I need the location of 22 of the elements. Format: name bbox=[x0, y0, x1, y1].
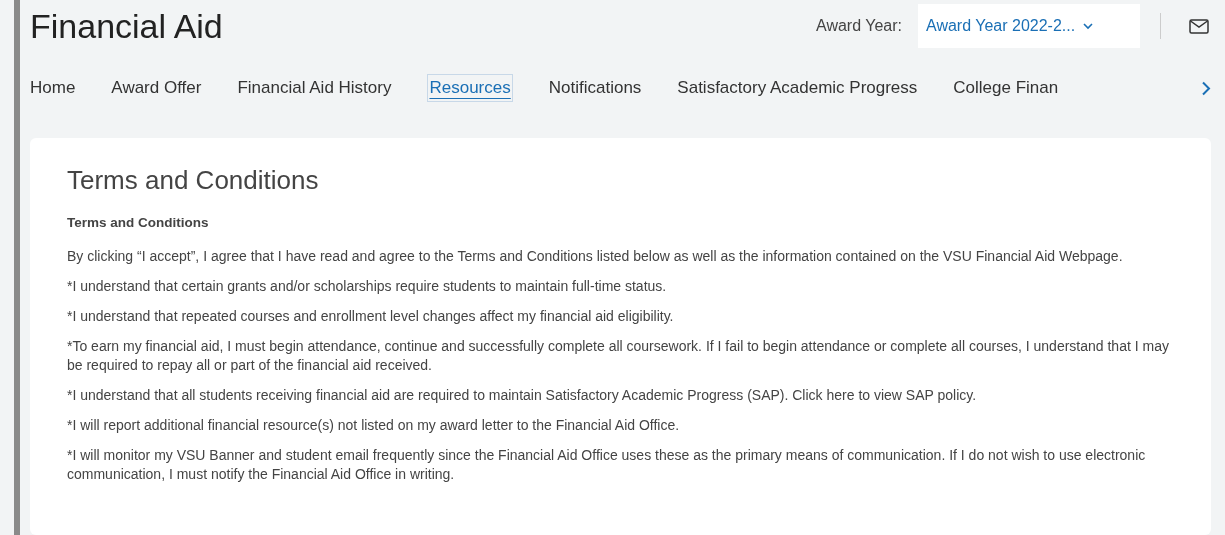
nav-tab[interactable]: Resources bbox=[427, 74, 513, 102]
chevron-right-icon[interactable] bbox=[1201, 80, 1211, 96]
mail-icon[interactable] bbox=[1189, 18, 1209, 34]
nav-tab[interactable]: Satisfactory Academic Progress bbox=[677, 75, 918, 101]
section-heading: Terms and Conditions bbox=[67, 213, 210, 232]
nav-tab[interactable]: Home bbox=[30, 75, 76, 101]
nav-tab[interactable]: Financial Aid History bbox=[237, 75, 392, 101]
page-title: Financial Aid bbox=[30, 9, 223, 43]
terms-paragraph: *I will report additional financial resource(s) not listed on my award letter to the Financial Aid Office. bbox=[67, 415, 681, 435]
nav-tab[interactable]: College Finan bbox=[953, 75, 1059, 101]
terms-paragraph: By clicking “I accept”, I agree that I have read and agree to the Terms and Conditions listed below as well as the information contained on the VSU Financial Aid Webpage. bbox=[67, 246, 1124, 266]
nav-tab[interactable]: Award Offer bbox=[111, 75, 202, 101]
award-year-label: Award Year: bbox=[816, 16, 902, 36]
chevron-down-icon bbox=[1083, 22, 1094, 30]
card-heading: Terms and Conditions bbox=[67, 164, 320, 197]
terms-paragraph: *I will monitor my VSU Banner and student email frequently since the Financial Aid Office uses these as the primary means of communication. If I do not wish to use electronic communication, I must notify the Financial Aid Office in writing. bbox=[67, 445, 1147, 484]
terms-paragraph: *To earn my financial aid, I must begin attendance, continue and successfully complete all coursework. If I fail to begin attendance or complete all courses, I understand that I may be required to repay all or part of the financial aid received. bbox=[67, 336, 1170, 375]
award-year-dropdown[interactable]: Award Year 2022-2... bbox=[918, 4, 1140, 48]
terms-paragraph: *I understand that repeated courses and enrollment level changes affect my financial aid eligibility. bbox=[67, 306, 675, 326]
nav-tab[interactable]: Notifications bbox=[548, 75, 642, 101]
terms-paragraph: *I understand that all students receiving financial aid are required to maintain Satisfactory Academic Progress (SAP). Click here to view SAP policy. bbox=[67, 385, 978, 405]
terms-paragraph: *I understand that certain grants and/or scholarships require students to maintain full-time status. bbox=[67, 276, 668, 296]
